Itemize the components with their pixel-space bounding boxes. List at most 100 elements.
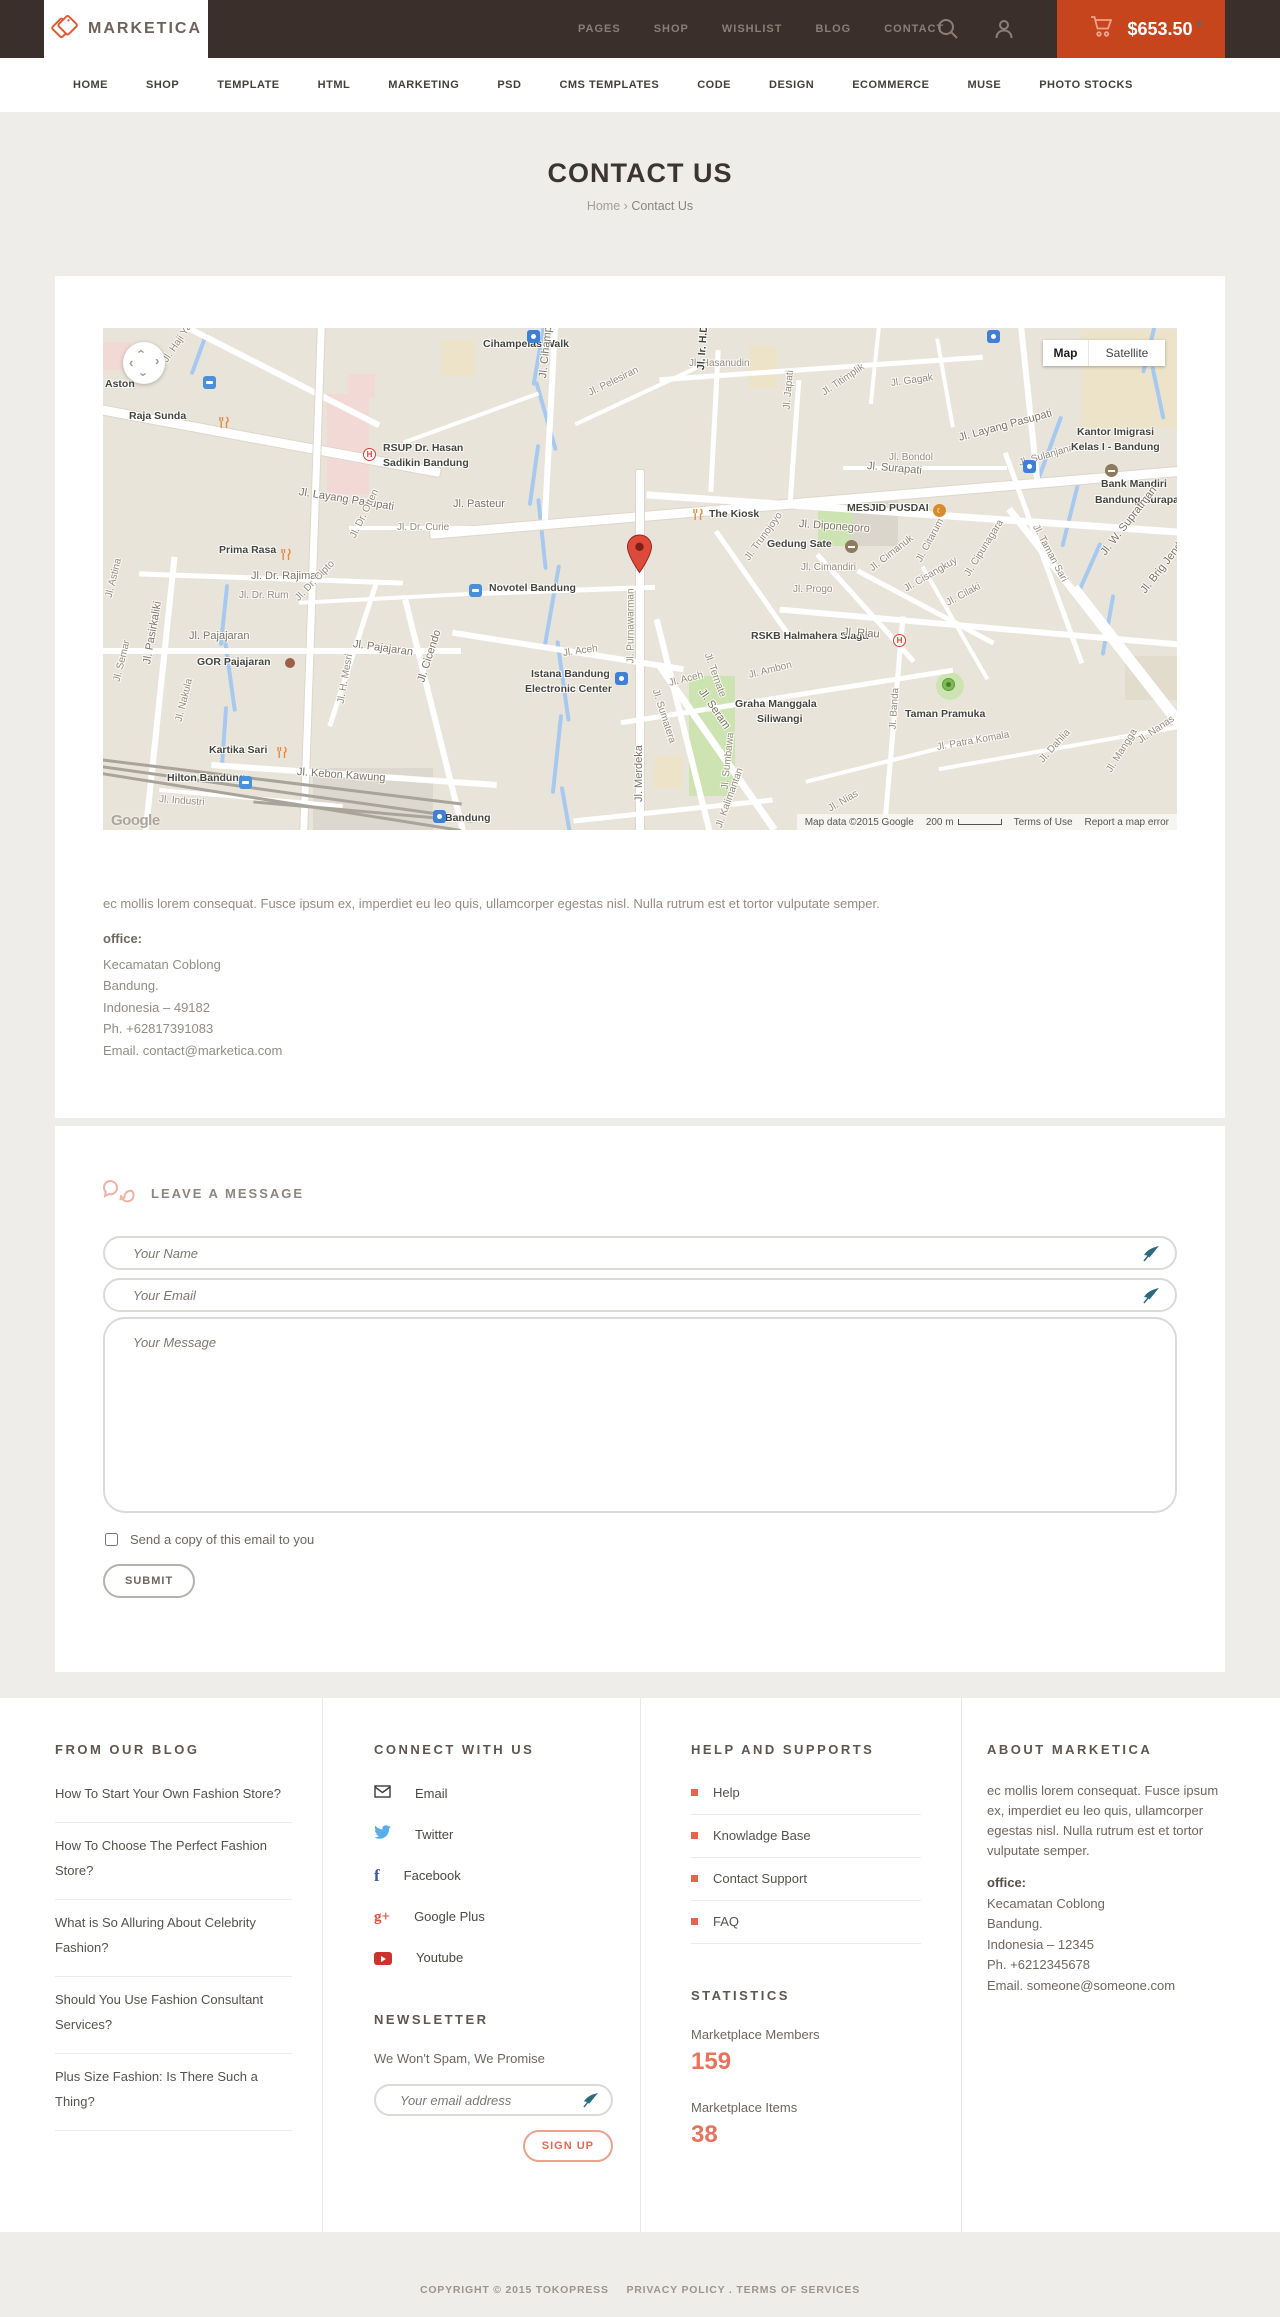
map-attribution: Map data ©2015 Google 200 m Terms of Use… bbox=[796, 814, 1177, 830]
social-link-email[interactable]: Email bbox=[374, 1784, 640, 1802]
header-nav-item[interactable]: WISHLIST bbox=[722, 23, 783, 35]
blog-post-link[interactable]: How To Start Your Own Fashion Store? bbox=[55, 1771, 292, 1823]
newsletter-email-input[interactable] bbox=[374, 2084, 613, 2116]
map-road bbox=[935, 338, 955, 428]
blog-post-link[interactable]: How To Choose The Perfect Fashion Store? bbox=[55, 1823, 292, 1900]
signup-button[interactable]: SIGN UP bbox=[522, 2130, 613, 2162]
pan-right-icon[interactable]: ‹ bbox=[155, 355, 159, 370]
social-label: Email bbox=[415, 1786, 448, 1801]
pan-up-icon[interactable]: ‹ bbox=[135, 349, 150, 353]
social-link-facebook[interactable]: f Facebook bbox=[374, 1866, 640, 1885]
category-nav-item[interactable]: TEMPLATE bbox=[217, 79, 279, 91]
category-nav-item[interactable]: MUSE bbox=[967, 79, 1001, 91]
category-nav-item[interactable]: DESIGN bbox=[769, 79, 814, 91]
map-water bbox=[527, 444, 541, 506]
social-label: Twitter bbox=[415, 1827, 454, 1842]
map-label: Taman Pramuka bbox=[905, 708, 986, 720]
map-label: Jl. Pasteur bbox=[453, 498, 505, 510]
copyright-text: COPYRIGHT © 2015 TOKOPRESS bbox=[419, 2284, 609, 2296]
terms-of-use-link[interactable]: Terms of Use bbox=[1014, 817, 1073, 828]
header-nav-item[interactable]: BLOG bbox=[815, 23, 851, 35]
map-water bbox=[542, 564, 562, 646]
category-nav-item[interactable]: HTML bbox=[318, 79, 351, 91]
terms-of-services-link[interactable]: TERMS OF SERVICES bbox=[736, 2284, 860, 2296]
search-icon[interactable] bbox=[936, 17, 960, 41]
office-intro-text: ec mollis lorem consequat. Fusce ipsum e… bbox=[103, 896, 880, 911]
social-link-youtube[interactable]: Youtube bbox=[374, 1949, 640, 1966]
pan-left-icon[interactable]: ‹ bbox=[129, 355, 133, 370]
category-nav-item[interactable]: CMS TEMPLATES bbox=[559, 79, 659, 91]
privacy-policy-link[interactable]: PRIVACY POLICY bbox=[626, 2284, 725, 2296]
category-nav-item[interactable]: HOME bbox=[73, 79, 108, 91]
chevron-down-icon[interactable]: ▾ bbox=[1196, 16, 1203, 32]
map-label: Jl. Layang Pasupati bbox=[957, 407, 1054, 444]
help-link[interactable]: FAQ bbox=[691, 1914, 921, 1944]
send-copy-checkbox[interactable] bbox=[105, 1533, 118, 1546]
name-input[interactable] bbox=[103, 1236, 1177, 1270]
report-map-error-link[interactable]: Report a map error bbox=[1085, 817, 1169, 828]
map-label: Jl. Cimandiri bbox=[801, 562, 857, 573]
map-label: Jl. Astina bbox=[103, 557, 125, 599]
map-label: Jl. Pajajaran bbox=[189, 630, 250, 642]
bullet-icon bbox=[691, 1875, 698, 1882]
category-nav-item[interactable]: PHOTO STOCKS bbox=[1039, 79, 1133, 91]
user-icon[interactable] bbox=[992, 17, 1016, 41]
message-textarea[interactable] bbox=[103, 1317, 1177, 1513]
bullet-icon bbox=[691, 1789, 698, 1796]
breadcrumb-home[interactable]: Home bbox=[587, 199, 620, 213]
help-link[interactable]: Knowladge Base bbox=[691, 1828, 921, 1858]
statistics-title: STATISTICS bbox=[691, 1988, 790, 2003]
brand-logo[interactable]: MARKETICA bbox=[44, 0, 208, 58]
category-nav-item[interactable]: MARKETING bbox=[388, 79, 459, 91]
map-road bbox=[708, 349, 721, 493]
map-label: Jl. Patra Komala bbox=[936, 729, 1011, 753]
google-map[interactable]: ‹ ‹ ‹ ‹ Map Satellite Google Map data ©2… bbox=[103, 328, 1177, 830]
google-plus-icon: g+ bbox=[374, 1908, 391, 1925]
blog-post-link[interactable]: Should You Use Fashion Consultant Servic… bbox=[55, 1977, 292, 2054]
header-nav-item[interactable]: SHOP bbox=[654, 23, 689, 35]
map-label: Raja Sunda bbox=[129, 410, 187, 422]
category-nav-item[interactable]: SHOP bbox=[146, 79, 179, 91]
map-label: Kartika Sari bbox=[209, 744, 268, 756]
poi-transit-icon bbox=[987, 330, 1000, 343]
blog-post-link[interactable]: Plus Size Fashion: Is There Such a Thing… bbox=[55, 2054, 292, 2131]
map-pan-control[interactable]: ‹ ‹ ‹ ‹ bbox=[123, 342, 165, 384]
poi-rest-icon bbox=[279, 548, 292, 561]
map-label: Jl. Pelesiran bbox=[586, 364, 641, 399]
map-water bbox=[559, 786, 573, 830]
about-text: ec mollis lorem consequat. Fusce ipsum e… bbox=[987, 1783, 1219, 1858]
blog-post-link[interactable]: What is So Alluring About Celebrity Fash… bbox=[55, 1900, 292, 1977]
poi-mosque-icon: ☾ bbox=[933, 504, 946, 517]
email-input[interactable] bbox=[103, 1278, 1177, 1312]
copyright-bar: COPYRIGHT © 2015 TOKOPRESS PRIVACY POLIC… bbox=[0, 2232, 1280, 2317]
poi-transit-icon bbox=[527, 330, 540, 343]
map-label: Jl. Dr. Rum bbox=[239, 590, 289, 601]
map-label: Hilton Bandung bbox=[167, 772, 246, 784]
header-nav-item[interactable]: PAGES bbox=[578, 23, 621, 35]
pen-icon bbox=[1143, 1287, 1160, 1304]
pan-down-icon[interactable]: ‹ bbox=[135, 372, 150, 376]
help-link[interactable]: Contact Support bbox=[691, 1871, 921, 1901]
social-link-google-plus[interactable]: g+ Google Plus bbox=[374, 1908, 640, 1925]
map-label: Jl. Bondol bbox=[889, 452, 933, 463]
help-label: Knowladge Base bbox=[713, 1828, 811, 1843]
category-nav-item[interactable]: PSD bbox=[497, 79, 521, 91]
social-link-twitter[interactable]: Twitter bbox=[374, 1825, 640, 1843]
category-nav-item[interactable]: ECOMMERCE bbox=[852, 79, 929, 91]
help-label: Contact Support bbox=[713, 1871, 807, 1886]
submit-button[interactable]: SUBMIT bbox=[103, 1564, 196, 1598]
map-type-map-button[interactable]: Map bbox=[1043, 340, 1089, 366]
map-type-satellite-button[interactable]: Satellite bbox=[1089, 340, 1165, 366]
map-label: Bandung bbox=[445, 812, 491, 824]
poi-hotel-icon bbox=[239, 776, 252, 789]
map-label: The Kiosk bbox=[709, 508, 760, 520]
map-label: Jl. Nakula bbox=[173, 677, 195, 723]
map-data-credit: Map data ©2015 Google bbox=[804, 816, 914, 828]
map-label: RSUP Dr. Hasan bbox=[383, 442, 464, 454]
connect-column-title: CONNECT WITH US bbox=[374, 1742, 535, 1757]
category-nav-item[interactable]: CODE bbox=[697, 79, 731, 91]
page-title: CONTACT US bbox=[547, 158, 733, 188]
tag-icon bbox=[50, 10, 80, 49]
help-link[interactable]: Help bbox=[691, 1785, 921, 1815]
map-label: Jl. Merdeka bbox=[633, 745, 645, 802]
